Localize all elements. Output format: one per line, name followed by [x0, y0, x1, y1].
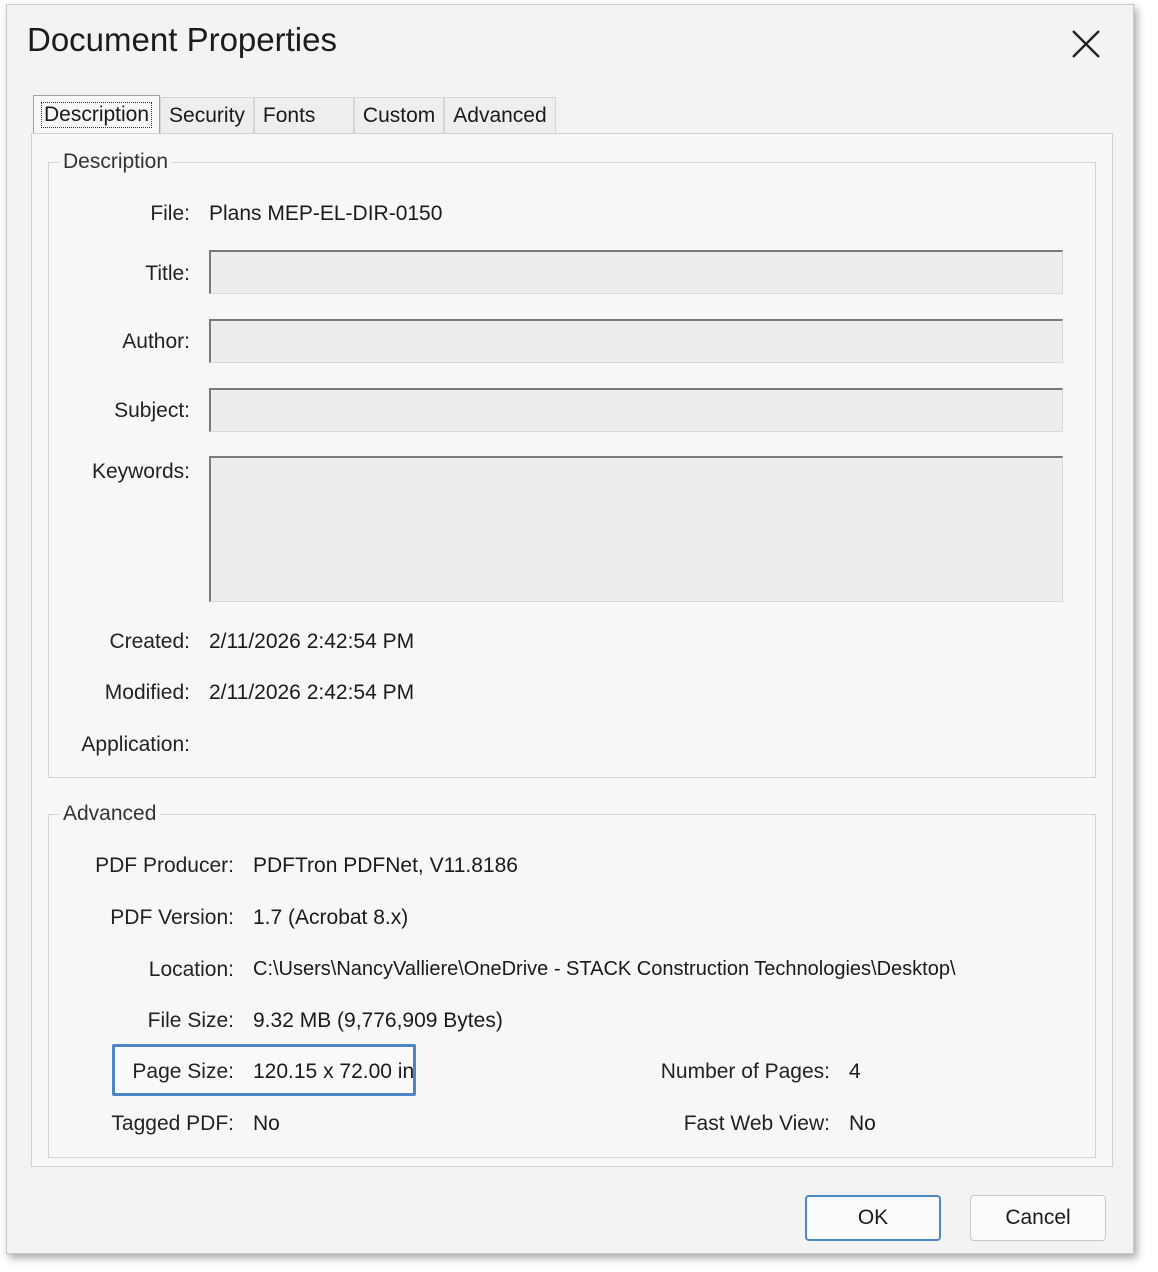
- number-of-pages-label: Number of Pages:: [660, 1060, 830, 1083]
- tab-security[interactable]: Security: [160, 97, 254, 133]
- keywords-field[interactable]: [209, 456, 1063, 602]
- created-value: 2/11/2026 2:42:54 PM: [209, 630, 415, 653]
- pdf-producer-label: PDF Producer:: [95, 854, 234, 877]
- location-value: C:\Users\NancyValliere\OneDrive - STACK …: [253, 958, 956, 980]
- location-label: Location:: [148, 958, 234, 981]
- created-label: Created:: [109, 630, 190, 653]
- modified-label: Modified:: [104, 681, 190, 704]
- document-properties-dialog: Document Properties Description Security…: [6, 4, 1134, 1254]
- tab-custom[interactable]: Custom: [353, 97, 445, 133]
- cancel-button[interactable]: Cancel: [970, 1195, 1106, 1241]
- modified-value: 2/11/2026 2:42:54 PM: [209, 681, 415, 704]
- description-tab-panel: Description File: Plans MEP-EL-DIR-0150 …: [31, 133, 1113, 1167]
- title-label: Title:: [145, 262, 190, 285]
- subject-label: Subject:: [114, 399, 190, 422]
- page-size-label: Page Size:: [132, 1060, 234, 1083]
- keywords-label: Keywords:: [91, 460, 190, 483]
- title-field[interactable]: [209, 250, 1063, 294]
- file-value: Plans MEP-EL-DIR-0150: [209, 202, 443, 225]
- description-group-legend: Description: [63, 150, 169, 173]
- pdf-version-label: PDF Version:: [110, 906, 234, 929]
- close-button[interactable]: [1061, 19, 1111, 69]
- tab-fonts[interactable]: Fonts: [253, 97, 354, 133]
- tab-strip: Description Security Fonts Custom Advanc…: [33, 95, 556, 135]
- ok-button[interactable]: OK: [805, 1195, 941, 1241]
- file-label: File:: [150, 202, 190, 225]
- author-label: Author:: [122, 330, 190, 353]
- tagged-pdf-value: No: [253, 1112, 280, 1135]
- tab-advanced[interactable]: Advanced: [444, 97, 556, 133]
- tagged-pdf-label: Tagged PDF:: [111, 1112, 234, 1135]
- close-icon: [1072, 30, 1100, 58]
- pdf-version-value: 1.7 (Acrobat 8.x): [253, 906, 409, 929]
- title-bar: Document Properties: [7, 5, 1133, 81]
- fast-web-view-label: Fast Web View:: [683, 1112, 830, 1135]
- dialog-title: Document Properties: [27, 21, 337, 58]
- tab-description-label: Description: [40, 101, 153, 128]
- author-field[interactable]: [209, 319, 1063, 363]
- number-of-pages-value: 4: [849, 1060, 861, 1083]
- file-size-value: 9.32 MB (9,776,909 Bytes): [253, 1009, 503, 1032]
- subject-field[interactable]: [209, 388, 1063, 432]
- application-label: Application:: [81, 733, 190, 756]
- page-size-value: 120.15 x 72.00 in: [253, 1060, 415, 1083]
- tab-description[interactable]: Description: [33, 95, 161, 133]
- advanced-group-legend: Advanced: [63, 802, 157, 825]
- file-size-label: File Size:: [147, 1009, 234, 1032]
- pdf-producer-value: PDFTron PDFNet, V11.8186: [253, 854, 518, 877]
- fast-web-view-value: No: [849, 1112, 876, 1135]
